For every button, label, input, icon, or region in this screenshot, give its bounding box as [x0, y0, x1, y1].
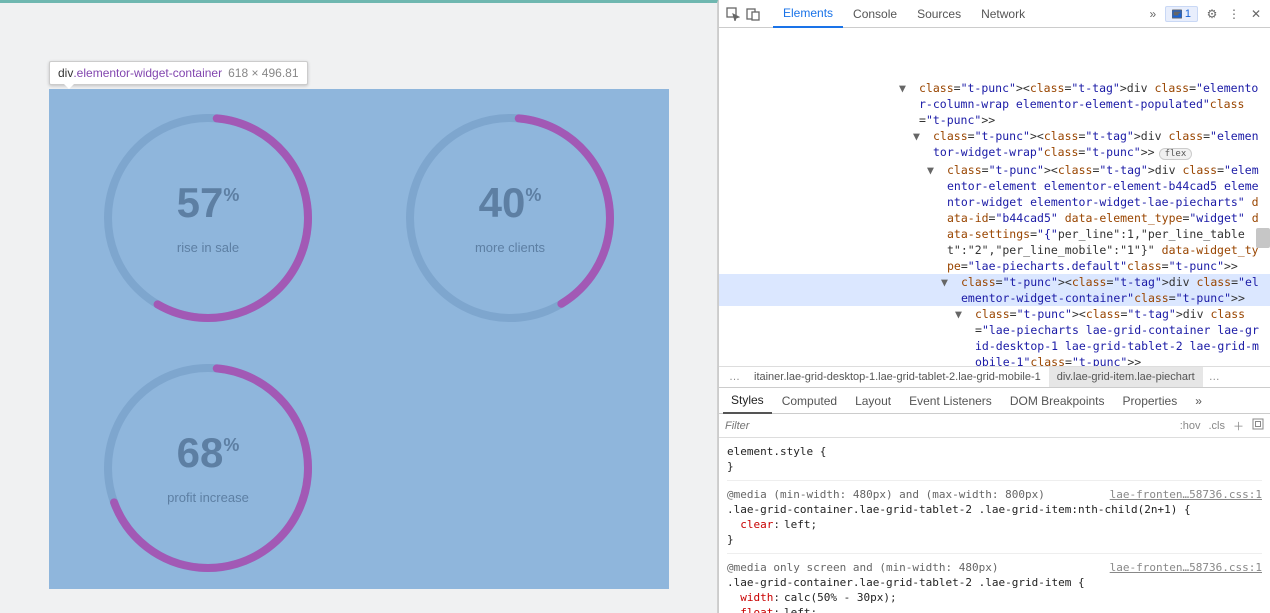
issue-badge[interactable]: 1 — [1165, 6, 1198, 22]
styles-tab-dom-breakpoints[interactable]: DOM Breakpoints — [1002, 388, 1113, 414]
percent-value: 68% — [177, 432, 240, 474]
styles-filter-row: :hov .cls ＋ — [719, 414, 1270, 438]
styles-tab-event-listeners[interactable]: Event Listeners — [901, 388, 1000, 414]
dom-node[interactable]: ▼class="t-punc"><class="t-tag">div class… — [719, 162, 1270, 274]
new-rule-icon[interactable]: ＋ — [1233, 418, 1244, 434]
more-tabs-icon[interactable]: » — [1145, 6, 1161, 22]
devtools-panel: ElementsConsoleSourcesNetwork » 1 ⚙ ⋮ ✕ … — [718, 0, 1270, 613]
dom-tree[interactable]: ▼class="t-punc"><class="t-tag">div class… — [719, 28, 1270, 366]
devtools-tab-elements[interactable]: Elements — [773, 0, 843, 28]
css-val: left — [784, 606, 811, 613]
breadcrumb-ellipsis: … — [1203, 371, 1226, 383]
dom-node[interactable]: ▼class="t-punc"><class="t-tag">div class… — [719, 274, 1270, 306]
styles-tab-computed[interactable]: Computed — [774, 388, 845, 414]
styles-tab-layout[interactable]: Layout — [847, 388, 899, 414]
page-preview: div.elementor-widget-container 618 × 496.… — [0, 0, 718, 613]
cls-toggle[interactable]: .cls — [1209, 420, 1226, 432]
device-toggle-icon[interactable] — [745, 6, 761, 22]
percent-label: more clients — [475, 240, 545, 255]
donut-ring: 57% rise in sale — [98, 108, 318, 328]
rule-close: } — [727, 532, 1262, 547]
breadcrumb-seg-selected[interactable]: div.lae-grid-item.lae-piechart — [1049, 367, 1203, 387]
rule-selector: .lae-grid-container.lae-grid-tablet-2 .l… — [727, 502, 1262, 517]
percent-value: 57% — [177, 182, 240, 224]
gear-icon[interactable]: ⚙ — [1204, 6, 1220, 22]
devtools-tab-console[interactable]: Console — [843, 0, 907, 28]
kebab-icon[interactable]: ⋮ — [1226, 6, 1242, 22]
css-prop: clear — [740, 518, 773, 531]
css-val: left — [784, 518, 811, 531]
donut-ring: 40% more clients — [400, 108, 620, 328]
donut-ring: 68% profit increase — [98, 358, 318, 578]
hov-toggle[interactable]: :hov — [1180, 420, 1201, 432]
devtools-tab-network[interactable]: Network — [971, 0, 1035, 28]
css-val: calc(50% - 30px) — [784, 591, 890, 604]
styles-tabs: StylesComputedLayoutEvent ListenersDOM B… — [719, 388, 1270, 414]
tooltip-dims: 618 × 496.81 — [228, 66, 298, 80]
devtools-tab-sources[interactable]: Sources — [907, 0, 971, 28]
styles-body[interactable]: element.style { } lae-fronten…58736.css:… — [719, 438, 1270, 613]
rule-source-link[interactable]: lae-fronten…58736.css:1 — [1110, 487, 1262, 502]
styles-filter-input[interactable] — [725, 420, 1172, 432]
piechart-item: 68% profit increase — [57, 343, 359, 593]
dom-node[interactable]: ▼class="t-punc"><class="t-tag">div class… — [719, 306, 1270, 366]
rule-selector: element.style { — [727, 444, 1262, 459]
dom-node[interactable]: ▼class="t-punc"><class="t-tag">div class… — [719, 128, 1270, 162]
breadcrumb-seg[interactable]: itainer.lae-grid-desktop-1.lae-grid-tabl… — [746, 367, 1049, 387]
percent-label: profit increase — [167, 490, 249, 505]
percent-value: 40% — [479, 182, 542, 224]
styles-tab-properties[interactable]: Properties — [1115, 388, 1186, 414]
elementor-widget-container: 57% rise in sale 40% more clients 68% pr… — [49, 89, 669, 589]
dom-node[interactable]: ▼class="t-punc"><class="t-tag">div class… — [719, 80, 1270, 128]
scrollbar-thumb[interactable] — [1256, 228, 1270, 248]
box-model-icon[interactable] — [1252, 418, 1264, 433]
close-icon[interactable]: ✕ — [1248, 6, 1264, 22]
rule-source-link[interactable]: lae-fronten…58736.css:1 — [1110, 560, 1262, 575]
piechart-item: 57% rise in sale — [57, 93, 359, 343]
piechart-item: 40% more clients — [359, 93, 661, 343]
rule-close: } — [727, 459, 1262, 474]
breadcrumb-ellipsis: … — [723, 371, 746, 383]
tooltip-tag: div — [58, 66, 73, 80]
inspect-icon[interactable] — [725, 6, 741, 22]
tooltip-class: .elementor-widget-container — [73, 66, 222, 80]
flex-badge[interactable]: flex — [1159, 148, 1193, 160]
devtools-toolbar: ElementsConsoleSourcesNetwork » 1 ⚙ ⋮ ✕ — [719, 0, 1270, 28]
styles-tab-more[interactable]: » — [1187, 388, 1210, 414]
css-prop: float — [740, 606, 773, 613]
breadcrumb[interactable]: … itainer.lae-grid-desktop-1.lae-grid-ta… — [719, 366, 1270, 388]
css-prop: width — [740, 591, 773, 604]
inspect-tooltip: div.elementor-widget-container 618 × 496.… — [49, 61, 308, 85]
rule-selector: .lae-grid-container.lae-grid-tablet-2 .l… — [727, 575, 1262, 590]
styles-tab-styles[interactable]: Styles — [723, 388, 772, 414]
percent-label: rise in sale — [177, 240, 239, 255]
